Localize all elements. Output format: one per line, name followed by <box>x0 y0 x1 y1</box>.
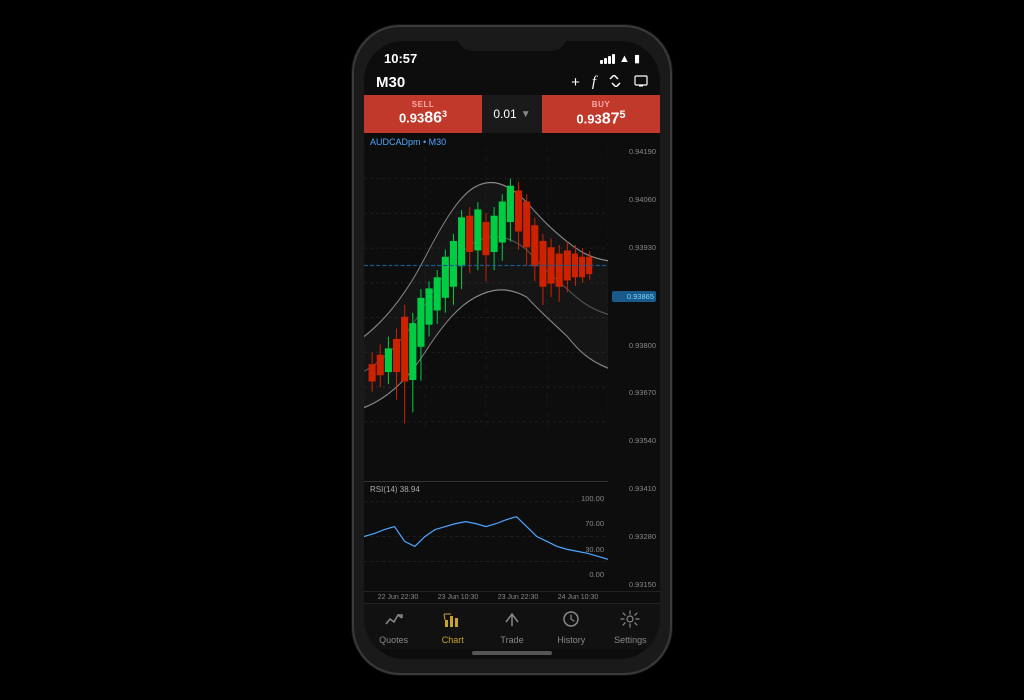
chart-label: Chart <box>442 635 464 645</box>
chart-symbol-label: AUDCADpm • M30 <box>370 137 446 147</box>
price-tick-4: 0.93800 <box>612 341 656 350</box>
sell-price-big: 86 <box>424 110 442 127</box>
lot-arrow-icon[interactable]: ▼ <box>521 109 531 120</box>
settings-label: Settings <box>614 635 647 645</box>
quotes-label: Quotes <box>379 635 408 645</box>
price-tick-7: 0.93410 <box>612 484 656 493</box>
price-tick-5: 0.93670 <box>612 388 656 397</box>
rsi-axis: 100.00 70.00 30.00 0.00 <box>556 482 608 591</box>
buy-button[interactable]: BUY 0.93875 <box>542 95 660 133</box>
nav-item-quotes[interactable]: Quotes <box>364 610 423 645</box>
buy-price-sup: 5 <box>620 109 626 121</box>
price-tick-9: 0.93150 <box>612 580 656 589</box>
notch <box>457 27 567 51</box>
price-tick-6: 0.93540 <box>612 436 656 445</box>
quotes-icon <box>384 610 404 633</box>
rsi-tick-30: 30.00 <box>560 545 604 554</box>
chart-area[interactable]: AUDCADpm • M30 0.94190 0.94060 0.93930 0… <box>364 133 660 591</box>
timeframe-label[interactable]: M30 <box>376 74 405 91</box>
toolbar-icons: + f <box>571 74 648 91</box>
time-tick-1: 22 Jun 22:30 <box>378 594 418 601</box>
rsi-label: RSI(14) 38.94 <box>370 485 420 494</box>
settings-icon <box>620 610 640 633</box>
sell-button[interactable]: SELL 0.93863 <box>364 95 482 133</box>
nav-item-trade[interactable]: Trade <box>482 610 541 645</box>
trade-label: Trade <box>500 635 523 645</box>
status-time: 10:57 <box>384 51 417 66</box>
phone-screen: 10:57 ▲ ▮ M30 + f <box>364 41 660 659</box>
phone-frame: 10:57 ▲ ▮ M30 + f <box>352 25 672 675</box>
time-tick-2: 23 Jun 10:30 <box>438 594 478 601</box>
add-icon[interactable]: + <box>571 74 580 91</box>
bottom-nav: Quotes Chart <box>364 603 660 649</box>
price-bar: SELL 0.93863 0.01 ▼ BUY 0.93875 <box>364 95 660 133</box>
wifi-icon: ▲ <box>619 53 630 65</box>
position-icon[interactable] <box>608 74 622 91</box>
rsi-tick-100: 100.00 <box>560 494 604 503</box>
sell-price-main: 0.93 <box>399 111 424 126</box>
trade-icon <box>502 610 522 633</box>
price-tick-2: 0.94060 <box>612 195 656 204</box>
time-axis: 22 Jun 22:30 23 Jun 10:30 23 Jun 22:30 2… <box>364 591 660 603</box>
time-tick-4: 24 Jun 10:30 <box>558 594 598 601</box>
toolbar: M30 + f <box>364 70 660 95</box>
buy-label: BUY <box>592 100 610 109</box>
rsi-section: RSI(14) 38.94 100.00 70.00 30.00 0.00 <box>364 481 608 591</box>
chart-icon <box>443 610 463 633</box>
lot-selector[interactable]: 0.01 ▼ <box>482 95 542 133</box>
price-tick-1: 0.94190 <box>612 147 656 156</box>
rsi-tick-70: 70.00 <box>560 519 604 528</box>
screen-icon[interactable] <box>634 74 648 91</box>
rsi-tick-0: 0.00 <box>560 570 604 579</box>
battery-icon: ▮ <box>634 52 640 65</box>
sell-label: SELL <box>412 100 434 109</box>
nav-item-settings[interactable]: Settings <box>601 610 660 645</box>
signal-icon <box>600 54 615 64</box>
history-label: History <box>557 635 585 645</box>
time-tick-3: 23 Jun 22:30 <box>498 594 538 601</box>
indicator-icon[interactable]: f <box>592 74 596 91</box>
price-tick-8: 0.93280 <box>612 532 656 541</box>
home-indicator <box>472 651 552 655</box>
history-icon <box>561 610 581 633</box>
price-tick-3: 0.93930 <box>612 243 656 252</box>
sell-price: 0.93863 <box>399 109 447 127</box>
buy-price-main: 0.93 <box>576 111 601 126</box>
nav-item-history[interactable]: History <box>542 610 601 645</box>
buy-price: 0.93875 <box>576 109 625 128</box>
toolbar-left: M30 <box>376 74 405 91</box>
price-tick-current: 0.93865 <box>612 291 656 302</box>
price-axis: 0.94190 0.94060 0.93930 0.93865 0.93800 … <box>608 133 660 591</box>
lot-value: 0.01 <box>493 107 516 121</box>
buy-price-big: 87 <box>602 110 620 127</box>
sell-price-sup: 3 <box>442 109 447 119</box>
status-icons: ▲ ▮ <box>600 52 640 65</box>
nav-item-chart[interactable]: Chart <box>423 610 482 645</box>
